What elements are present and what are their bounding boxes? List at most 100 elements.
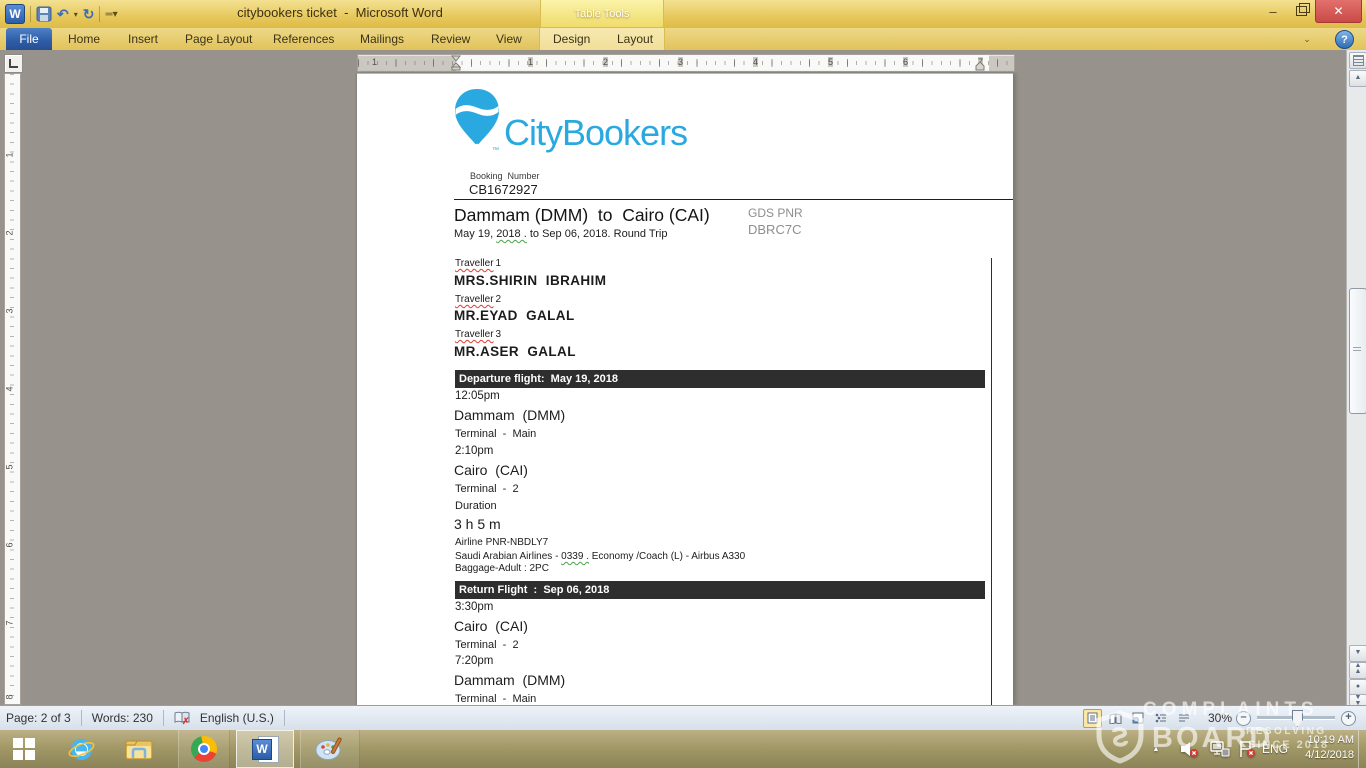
divider <box>81 710 82 726</box>
horizontal-ruler: 1 1 2 3 4 5 6 7 <box>357 54 1015 72</box>
indent-markers[interactable] <box>451 55 461 71</box>
ruler-number: 4 <box>753 57 758 67</box>
status-right: 30% – + <box>1083 706 1356 730</box>
document-area: 1 1 2 3 4 5 6 7 1 2 3 4 5 6 7 <box>0 50 1366 705</box>
traveller-2-label: Traveller2 <box>455 294 501 305</box>
tab-insert[interactable]: Insert <box>124 28 162 50</box>
tray-show-hidden-icons[interactable]: ▲ <box>1146 730 1166 768</box>
gds-pnr-value: DBRC7C <box>748 222 801 237</box>
tab-view[interactable]: View <box>492 28 526 50</box>
departure-depart-city: Dammam (DMM) <box>454 407 565 423</box>
thumb-grip <box>1353 347 1361 353</box>
traveller-3-name: MR.ASER GALAL <box>454 344 576 359</box>
document-page[interactable]: ™ CityBookers Booking Number CB1672927 D… <box>357 73 1013 706</box>
tray-action-center[interactable] <box>1234 730 1260 768</box>
tab-home[interactable]: Home <box>64 28 104 50</box>
traveller-num: 3 <box>496 329 502 340</box>
table-tools-context-header: Table Tools <box>540 0 664 28</box>
divider <box>284 710 285 726</box>
close-button[interactable]: ✕ <box>1315 0 1362 23</box>
ruler-toggle-icon <box>1353 55 1364 66</box>
file-explorer-icon <box>125 737 153 761</box>
duration-value: 3 h 5 m <box>454 516 501 532</box>
minimize-button[interactable]: – <box>1259 0 1287 22</box>
traveller-word: Traveller <box>455 258 494 269</box>
scrollbar-thumb[interactable] <box>1349 288 1366 414</box>
page-indicator[interactable]: Page: 2 of 3 <box>6 711 71 725</box>
route-title: Dammam (DMM) to Cairo (CAI) <box>454 205 710 226</box>
departure-depart-time: 12:05pm <box>455 390 500 402</box>
right-indent-marker[interactable] <box>975 61 985 71</box>
web-layout-view-button[interactable] <box>1129 709 1148 728</box>
zoom-slider-track[interactable] <box>1257 716 1335 720</box>
departure-arrive-city: Cairo (CAI) <box>454 462 528 478</box>
traveller-num: 2 <box>496 294 502 305</box>
ruler-number: 2 <box>603 57 608 67</box>
ruler-number: 5 <box>828 57 833 67</box>
volume-muted-icon <box>1180 740 1200 758</box>
ruler-number: 3 <box>5 308 15 313</box>
tab-mailings[interactable]: Mailings <box>356 28 408 50</box>
restore-button[interactable] <box>1287 0 1315 22</box>
booking-number-label: Booking Number <box>470 171 540 181</box>
taskbar-internet-explorer-button[interactable] <box>56 730 106 768</box>
airline-name: Saudi Arabian Airlines - <box>455 551 561 562</box>
tab-review[interactable]: Review <box>427 28 474 50</box>
fullscreen-reading-view-button[interactable] <box>1106 709 1125 728</box>
ruler-number: 2 <box>5 230 15 235</box>
word-icon: W <box>252 735 278 763</box>
gds-pnr-label: GDS PNR <box>748 206 803 220</box>
return-depart-terminal: Terminal - 2 <box>455 639 519 651</box>
tray-volume[interactable] <box>1176 730 1204 768</box>
scroll-down-button[interactable]: ▼ <box>1349 645 1366 662</box>
taskbar-paint-button[interactable] <box>300 730 360 768</box>
ruler-number: 6 <box>5 542 15 547</box>
print-layout-icon <box>1087 712 1098 724</box>
window-controls: – ✕ <box>1259 0 1362 23</box>
departure-flight-header: Departure flight: May 19, 2018 <box>455 370 985 388</box>
paint-icon <box>315 736 345 762</box>
taskbar-file-explorer-button[interactable] <box>114 730 164 768</box>
trip-dates: May 19, 2018 . to Sep 06, 2018. Round Tr… <box>454 228 667 240</box>
zoom-slider-thumb[interactable] <box>1292 710 1303 727</box>
traveller-2-name: MR.EYAD GALAL <box>454 308 575 323</box>
windows-logo-icon <box>13 738 35 760</box>
tab-page-layout[interactable]: Page Layout <box>181 28 256 50</box>
ruler-toggle-button[interactable] <box>1349 52 1366 69</box>
network-icon <box>1210 741 1230 757</box>
tab-stop-selector[interactable] <box>4 54 23 73</box>
taskbar-chrome-button[interactable] <box>178 730 230 768</box>
scroll-up-button[interactable]: ▲ <box>1349 70 1366 87</box>
start-button[interactable] <box>0 730 48 768</box>
return-flight-header: Return Flight : Sep 06, 2018 <box>455 581 985 599</box>
flag-alert-icon <box>1238 740 1256 758</box>
vertical-scrollbar[interactable]: ▲ ▼ ▲▲ ● ▼▼ <box>1346 50 1366 705</box>
word-count[interactable]: Words: 230 <box>92 711 153 725</box>
taskbar-word-button[interactable]: W <box>236 730 294 768</box>
language-indicator[interactable]: English (U.S.) <box>200 711 274 725</box>
tray-clock[interactable]: 10:19 AM 4/12/2018 <box>1284 733 1354 763</box>
return-arrive-city: Dammam (DMM) <box>454 672 565 688</box>
proofing-errors-icon[interactable]: ✗ <box>174 711 190 725</box>
zoom-in-button[interactable]: + <box>1341 711 1356 726</box>
tab-design[interactable]: Design <box>549 28 594 50</box>
print-layout-view-button[interactable] <box>1083 709 1102 728</box>
traveller-num: 1 <box>496 258 502 269</box>
ruler-number: 3 <box>678 57 683 67</box>
zoom-out-button[interactable]: – <box>1236 711 1251 726</box>
previous-page-button[interactable]: ▲▲ <box>1349 662 1366 679</box>
duration-label: Duration <box>455 500 497 512</box>
zoom-level[interactable]: 30% <box>1208 711 1232 725</box>
internet-explorer-icon <box>68 736 95 763</box>
draft-view-button[interactable] <box>1175 709 1194 728</box>
tab-references[interactable]: References <box>269 28 338 50</box>
traveller-3-label: Traveller3 <box>455 329 501 340</box>
tab-file[interactable]: File <box>6 28 52 50</box>
expand-ribbon-icon[interactable]: ⌄ <box>1300 34 1314 44</box>
tray-network[interactable] <box>1206 730 1234 768</box>
tab-layout[interactable]: Layout <box>613 28 657 50</box>
help-button[interactable]: ? <box>1335 30 1354 49</box>
return-arrive-time: 7:20pm <box>455 655 493 667</box>
outline-view-button[interactable] <box>1152 709 1171 728</box>
show-desktop-button[interactable] <box>1358 730 1366 768</box>
